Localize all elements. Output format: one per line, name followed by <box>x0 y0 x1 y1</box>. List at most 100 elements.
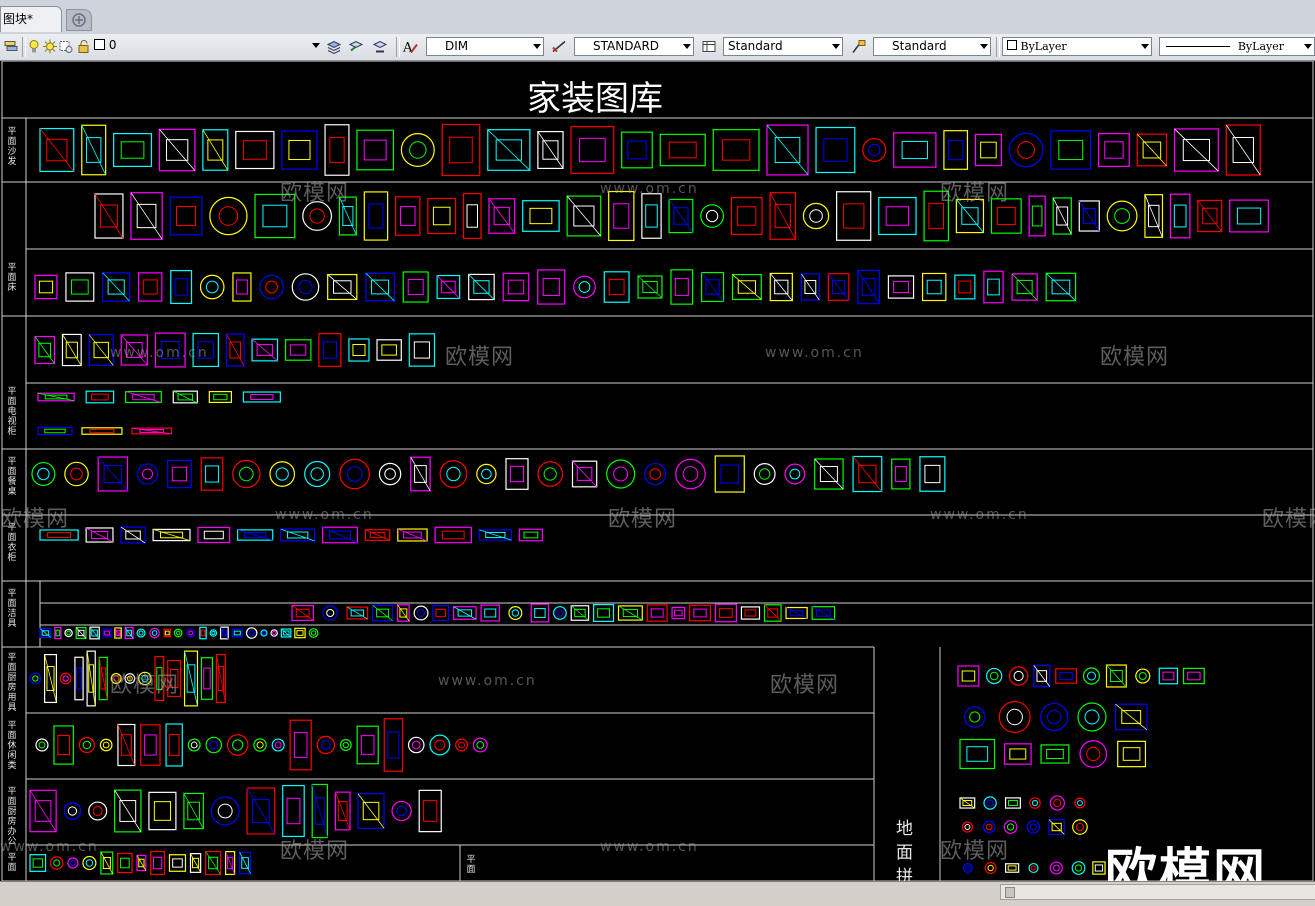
furniture-symbol <box>1004 863 1020 873</box>
furniture-symbol <box>714 455 745 493</box>
furniture-symbol-hatch <box>44 654 57 703</box>
furniture-symbol-hatch <box>852 456 883 492</box>
furniture-symbol-inner <box>172 858 183 868</box>
furniture-symbol <box>117 852 133 874</box>
furniture-symbol-inner <box>44 428 66 434</box>
document-tab[interactable]: 图块* <box>0 6 62 32</box>
make-current-layer-icon[interactable] <box>326 38 342 55</box>
round-table-symbol <box>1072 819 1088 835</box>
watermark-brand: 欧模网 <box>0 507 70 532</box>
match-layer-icon[interactable] <box>348 38 364 55</box>
furniture-symbol <box>462 192 482 240</box>
round-table-inner <box>987 864 994 872</box>
furniture-symbol-hatch <box>397 604 410 622</box>
round-table-inner <box>92 806 103 816</box>
round-table-symbol <box>552 606 567 620</box>
round-table-inner <box>1030 865 1037 871</box>
watermark-brand: 欧模网 <box>608 507 678 532</box>
furniture-symbol-inner <box>668 141 697 159</box>
text-style-value: STANDARD <box>593 39 660 53</box>
lock-icon[interactable] <box>76 38 92 55</box>
round-table-symbol <box>963 706 986 728</box>
furniture-symbol <box>646 604 668 622</box>
round-table-symbol <box>64 461 89 487</box>
drawing-title[interactable]: 家装图库 <box>527 71 663 120</box>
dimension-style-icon[interactable] <box>551 38 567 55</box>
multileader-style-icon[interactable] <box>851 38 867 55</box>
round-table-symbol <box>1135 668 1151 684</box>
round-table-inner <box>310 467 324 481</box>
table-style-icon[interactable] <box>701 38 717 55</box>
multileader-style-dropdown[interactable]: Standard <box>873 37 991 56</box>
furniture-symbol-inner <box>1009 748 1027 760</box>
furniture-symbol-hatch <box>1144 194 1163 238</box>
round-table-inner <box>274 741 282 749</box>
round-table-symbol <box>88 801 108 821</box>
scrollbar-thumb[interactable] <box>1005 887 1015 898</box>
round-table-symbol <box>187 738 201 752</box>
text-style-icon[interactable]: A <box>402 38 418 55</box>
furniture-symbol-hatch <box>280 528 315 542</box>
text-style-dropdown[interactable]: STANDARD <box>574 37 694 56</box>
furniture-symbol-inner <box>262 204 288 228</box>
furniture-symbol <box>730 197 763 235</box>
furniture-symbol-inner <box>534 608 546 618</box>
furniture-symbol <box>878 196 917 236</box>
furniture-symbol-hatch <box>130 192 163 240</box>
lightbulb-icon[interactable] <box>26 38 42 55</box>
table-style-dropdown[interactable]: Standard <box>723 37 843 56</box>
round-table-inner <box>310 630 317 636</box>
furniture-symbol-inner <box>242 140 267 160</box>
layer-dropdown[interactable]: 0 <box>92 37 322 56</box>
sun-icon[interactable] <box>42 38 58 55</box>
furniture-symbol-inner <box>842 203 865 229</box>
corner-brand-logo: 欧模网 <box>1105 844 1268 881</box>
round-table-inner <box>1029 823 1037 831</box>
round-table-symbol <box>64 628 73 638</box>
furniture-symbol <box>363 191 389 241</box>
furniture-symbol-hatch <box>801 273 820 301</box>
furniture-symbol-inner <box>926 279 942 295</box>
round-table-symbol <box>35 738 49 752</box>
round-table-inner <box>82 740 92 750</box>
furniture-symbol-hatch <box>814 458 844 490</box>
row-label-tv-cabinet: 平面电视柜 <box>7 387 17 437</box>
furniture-symbol <box>113 133 153 167</box>
round-table-symbol <box>232 459 261 489</box>
horizontal-scrollbar[interactable] <box>1000 884 1315 900</box>
furniture-symbol-inner <box>296 630 304 636</box>
furniture-symbol-inner <box>71 279 89 295</box>
furniture-symbol <box>891 458 911 490</box>
furniture-symbol <box>289 719 312 771</box>
round-table-inner <box>1075 822 1085 832</box>
new-tab-button[interactable] <box>66 9 92 31</box>
round-table-inner <box>965 865 971 871</box>
furniture-symbol <box>1004 797 1021 809</box>
round-table-symbol <box>573 275 596 299</box>
furniture-symbol <box>138 272 163 302</box>
color-dropdown[interactable]: ByLayer <box>1002 37 1152 56</box>
viewport-freeze-icon[interactable] <box>58 38 74 55</box>
furniture-symbol-inner <box>1173 204 1187 228</box>
model-space-canvas[interactable]: 家装图库 平面沙发 平面床 平面电视柜 平面餐桌 平面衣柜 平面洁具 平面厨房用… <box>0 61 1315 881</box>
furniture-symbol-hatch <box>572 460 597 488</box>
furniture-symbol <box>593 604 615 622</box>
furniture-symbol-inner <box>542 277 560 297</box>
status-bar <box>0 881 1315 906</box>
round-table-symbol <box>99 738 113 752</box>
furniture-symbol-inner <box>288 139 311 161</box>
round-table-inner <box>32 675 39 682</box>
furniture-symbol-hatch <box>769 192 796 240</box>
dim-style-dropdown[interactable]: DIM <box>426 37 544 56</box>
furniture-symbol-inner <box>509 465 525 483</box>
furniture-symbol-hatch <box>327 274 358 300</box>
round-table-inner <box>209 740 219 750</box>
linetype-dropdown[interactable]: ByLayer <box>1159 37 1315 56</box>
layer-manager-icon[interactable] <box>3 38 19 55</box>
round-table-symbol <box>149 627 160 639</box>
layer-color-swatch <box>94 39 105 50</box>
furniture-symbol-inner <box>200 629 206 637</box>
round-table-inner <box>1031 799 1039 807</box>
furniture-symbol-hatch <box>237 529 273 541</box>
previous-layer-icon[interactable] <box>372 38 388 55</box>
